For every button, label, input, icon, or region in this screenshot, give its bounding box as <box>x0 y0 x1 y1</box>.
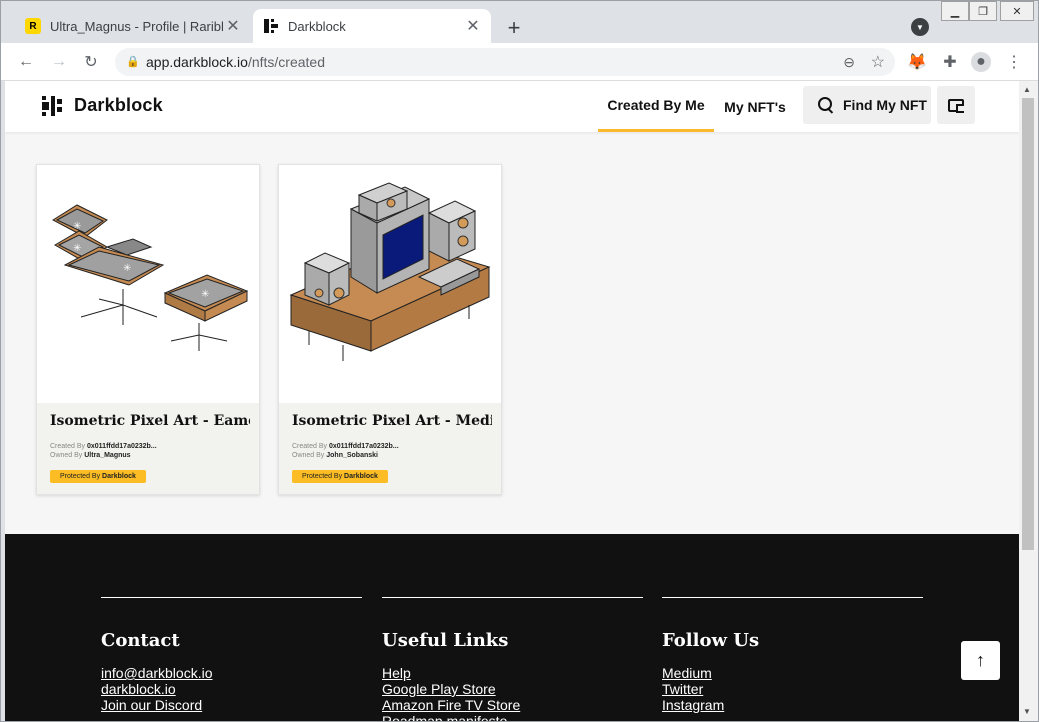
nft-card-info: Isometric Pixel Art - Media... Created B… <box>279 403 501 494</box>
scroll-to-top-button[interactable]: ↑ <box>961 641 1000 680</box>
close-window-button[interactable]: ✕ <box>1000 1 1034 21</box>
nft-title[interactable]: Isometric Pixel Art - Eame... <box>50 413 250 429</box>
arrow-up-icon: ↑ <box>976 650 985 670</box>
created-by: Created By 0x011ffdd17a0232b... <box>50 443 157 450</box>
svg-text:✳: ✳ <box>73 243 81 254</box>
tab-rarible[interactable]: R Ultra_Magnus - Profile | Rarible ✕ <box>15 9 251 43</box>
nft-card-info: Isometric Pixel Art - Eame... Created By… <box>37 403 259 494</box>
footer-link-amazon[interactable]: Amazon Fire TV Store <box>382 697 643 713</box>
owned-by: Owned By John_Sobanski <box>292 452 378 459</box>
svg-text:✳: ✳ <box>201 289 209 300</box>
footer-follow-us: Follow Us Medium Twitter Instagram <box>662 597 923 713</box>
profile-icon[interactable]: ● <box>971 52 991 72</box>
wallet-icon <box>948 98 964 113</box>
wallet-button[interactable] <box>937 86 975 124</box>
darkblock-icon <box>263 18 279 34</box>
nav-my-nfts[interactable]: My NFT's <box>723 81 787 132</box>
menu-icon[interactable]: ⋮ <box>1004 52 1024 72</box>
footer-link-google-play[interactable]: Google Play Store <box>382 681 643 697</box>
footer-link-medium[interactable]: Medium <box>662 665 923 681</box>
footer-link-email[interactable]: info@darkblock.io <box>101 665 362 681</box>
scrollbar-thumb[interactable] <box>1022 98 1034 550</box>
footer-link-roadmap[interactable]: Roadmap manifesto <box>382 713 643 721</box>
site-header: Darkblock Created By Me My NFT's Find My… <box>5 81 1019 132</box>
site-footer: Contact info@darkblock.io darkblock.io J… <box>5 534 1019 721</box>
protected-badge: Protected By Darkblock <box>292 470 388 483</box>
metamask-icon[interactable]: 🦊 <box>907 52 927 72</box>
url-text: app.darkblock.io/nfts/created <box>146 54 325 70</box>
tab-darkblock[interactable]: Darkblock ✕ <box>253 9 491 43</box>
vertical-scrollbar[interactable]: ▲ ▼ <box>1019 81 1038 721</box>
rarible-icon: R <box>25 18 41 34</box>
find-label: Find My NFT <box>843 97 927 113</box>
nft-title[interactable]: Isometric Pixel Art - Media... <box>292 413 492 429</box>
bookmark-star-icon[interactable]: ☆ <box>871 52 885 72</box>
browser-window: R Ultra_Magnus - Profile | Rarible ✕ Dar… <box>0 0 1039 722</box>
page-viewport: Darkblock Created By Me My NFT's Find My… <box>5 81 1019 721</box>
forward-icon[interactable]: → <box>49 52 69 72</box>
footer-heading: Useful Links <box>382 630 509 651</box>
tab-strip: R Ultra_Magnus - Profile | Rarible ✕ Dar… <box>1 1 1038 43</box>
footer-link-instagram[interactable]: Instagram <box>662 697 923 713</box>
brand-logo[interactable]: Darkblock <box>42 95 163 116</box>
back-icon[interactable]: ← <box>16 52 36 72</box>
tab-title: Darkblock <box>288 18 346 34</box>
tab-title: Ultra_Magnus - Profile | Rarible <box>50 18 223 34</box>
nft-card[interactable]: ✳ ✳ ✳ ✳ Isometric Pixel Art - Eame... Creat… <box>36 164 260 495</box>
address-bar[interactable]: 🔒 app.darkblock.io/nfts/created ⊖ ☆ <box>115 48 895 76</box>
reload-icon[interactable]: ↻ <box>81 52 101 72</box>
scroll-down-icon[interactable]: ▼ <box>1023 707 1031 716</box>
search-icon <box>818 97 834 113</box>
darkblock-logo-icon <box>42 95 62 116</box>
extensions-icon[interactable]: ✚ <box>940 52 960 72</box>
footer-link-help[interactable]: Help <box>382 665 643 681</box>
nft-card[interactable]: Isometric Pixel Art - Media... Created B… <box>278 164 502 495</box>
nav-created-by-me[interactable]: Created By Me <box>598 81 714 132</box>
footer-contact: Contact info@darkblock.io darkblock.io J… <box>101 597 362 713</box>
footer-heading: Follow Us <box>662 630 760 651</box>
close-tab-icon[interactable]: ✕ <box>223 16 243 36</box>
owned-by: Owned By Ultra_Magnus <box>50 452 131 459</box>
protected-badge: Protected By Darkblock <box>50 470 146 483</box>
restore-button[interactable]: ❐ <box>969 1 997 21</box>
nft-artwork-chair: ✳ ✳ ✳ ✳ <box>37 165 259 403</box>
browser-toolbar: ← → ↻ 🔒 app.darkblock.io/nfts/created ⊖ … <box>1 43 1038 81</box>
svg-text:✳: ✳ <box>123 263 131 274</box>
minimize-button[interactable]: ▁ <box>941 1 969 21</box>
new-tab-button[interactable]: + <box>501 15 527 41</box>
svg-text:✳: ✳ <box>73 221 81 232</box>
footer-link-discord[interactable]: Join our Discord <box>101 697 362 713</box>
footer-useful-links: Useful Links Help Google Play Store Amaz… <box>382 597 643 721</box>
footer-link-website[interactable]: darkblock.io <box>101 681 362 697</box>
nft-artwork-media-center <box>279 165 501 403</box>
tab-search-icon[interactable]: ▼ <box>911 18 929 36</box>
zoom-icon[interactable]: ⊖ <box>843 54 855 71</box>
footer-link-twitter[interactable]: Twitter <box>662 681 923 697</box>
find-my-nft-button[interactable]: Find My NFT <box>803 86 931 124</box>
close-tab-icon[interactable]: ✕ <box>463 16 483 36</box>
scroll-up-icon[interactable]: ▲ <box>1023 85 1031 94</box>
brand-name: Darkblock <box>74 95 163 115</box>
created-by: Created By 0x011ffdd17a0232b... <box>292 443 399 450</box>
lock-icon: 🔒 <box>126 56 140 68</box>
footer-heading: Contact <box>101 630 180 651</box>
